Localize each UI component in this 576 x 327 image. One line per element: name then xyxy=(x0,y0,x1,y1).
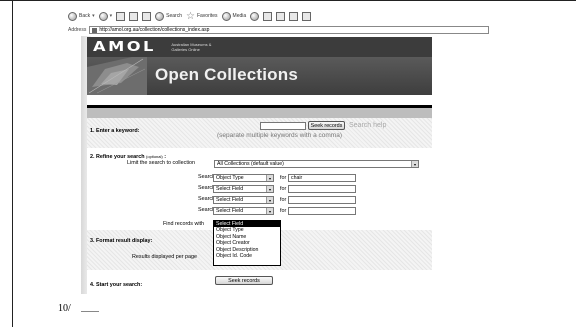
address-input[interactable]: http://amol.org.au/collection/collection… xyxy=(89,26,490,34)
favorites-icon: ☆ xyxy=(186,10,195,22)
page-banner: Open Collections xyxy=(87,57,432,95)
chevron-down-icon: ▾ xyxy=(411,161,418,167)
mail-icon[interactable] xyxy=(263,11,273,21)
start-section-title: 4. Start your search: xyxy=(90,282,143,288)
chevron-down-icon: ▾ xyxy=(266,208,273,214)
seek-records-button-bottom[interactable]: Seek records xyxy=(215,276,273,285)
print-icon[interactable] xyxy=(276,11,286,21)
chevron-down-icon: ▾ xyxy=(266,175,273,181)
search-field-dropdown-list: Select Field Object Type Object Name Obj… xyxy=(213,220,281,266)
browser-toolbar: Back ▾ ▾ Search ☆ Favorites Media xyxy=(68,8,478,24)
search-field-select-3[interactable]: Select Field ▾ xyxy=(213,196,274,204)
media-label: Media xyxy=(232,13,247,19)
site-header: AMOL Australian Museums & Galleries Onli… xyxy=(87,37,432,57)
for-label: for xyxy=(280,208,287,214)
history-icon[interactable] xyxy=(250,11,260,21)
footer-divider xyxy=(81,311,99,312)
chevron-down-icon: ▾ xyxy=(92,13,95,19)
search-value-input-2[interactable] xyxy=(288,185,356,193)
search-field-value-3: Select Field xyxy=(216,197,244,203)
search-field-select-4[interactable]: Select Field ▾ xyxy=(213,207,274,215)
stop-icon[interactable] xyxy=(116,11,126,21)
refine-section: 2. Refine your search (optional) : Limit… xyxy=(87,148,432,230)
home-icon[interactable] xyxy=(142,11,152,21)
limit-collection-label: Limit the search to collection xyxy=(127,160,196,166)
search-value-input-1[interactable]: chair xyxy=(288,174,356,182)
for-label: for xyxy=(280,197,287,203)
collection-select[interactable]: All Collections (default value) ▾ xyxy=(214,160,419,168)
back-icon xyxy=(68,11,77,21)
for-label: for xyxy=(280,186,287,192)
search-field-value-1: Object Type xyxy=(216,175,244,181)
messenger-icon[interactable] xyxy=(302,11,312,21)
amol-logo[interactable]: AMOL xyxy=(93,40,156,55)
page-title: Open Collections xyxy=(155,65,298,84)
keyword-note: (separate multiple keywords with a comma… xyxy=(217,132,342,139)
seek-records-button-top[interactable]: Seek records xyxy=(308,121,345,130)
frame-left-border xyxy=(12,0,13,327)
search-field-value-4: Select Field xyxy=(216,208,244,214)
chevron-down-icon: ▾ xyxy=(266,186,273,192)
favorites-button[interactable]: ☆ Favorites xyxy=(186,10,218,22)
dropdown-option[interactable]: Object Id. Code xyxy=(214,253,280,259)
search-value-input-4[interactable] xyxy=(288,207,356,215)
format-section-title: 3. Format result display: xyxy=(90,238,153,244)
forward-button[interactable]: ▾ xyxy=(98,11,113,21)
results-per-page-label: Results displayed per page xyxy=(132,254,198,260)
search-field-select-2[interactable]: Select Field ▾ xyxy=(213,185,274,193)
divider-band xyxy=(87,108,432,118)
search-icon xyxy=(155,11,165,21)
search-button[interactable]: Search xyxy=(155,11,182,21)
search-field-value-2: Select Field xyxy=(216,186,244,192)
start-section: 4. Start your search: Seek records xyxy=(87,270,432,294)
search-value-input-3[interactable] xyxy=(288,196,356,204)
banner-gap xyxy=(87,95,432,105)
edit-icon[interactable] xyxy=(289,11,299,21)
media-button[interactable]: Media xyxy=(221,11,247,21)
address-bar: Address http://amol.org.au/collection/co… xyxy=(68,25,490,35)
for-label: for xyxy=(280,175,287,181)
frame-top-border xyxy=(0,0,576,1)
address-label: Address xyxy=(68,27,87,33)
search-help-link[interactable]: Search help xyxy=(349,122,386,129)
back-label: Back xyxy=(79,13,91,19)
chevron-down-icon: ▾ xyxy=(109,13,113,19)
forward-icon xyxy=(98,11,108,21)
refine-optional-text: (optional) xyxy=(146,154,163,159)
page-icon xyxy=(92,27,98,33)
logo-subtitle: Australian Museums & Galleries Online xyxy=(171,42,212,52)
find-records-label: Find records with xyxy=(163,221,205,227)
back-button[interactable]: Back ▾ xyxy=(68,11,95,21)
keyword-section-title: 1. Enter a keyword: xyxy=(90,128,140,134)
collection-select-value: All Collections (default value) xyxy=(217,161,284,167)
chevron-down-icon: ▾ xyxy=(266,197,273,203)
favorites-label: Favorites xyxy=(196,13,218,19)
slide-page-number: 10/ xyxy=(58,303,71,314)
keyword-section: 1. Enter a keyword: Seek records Search … xyxy=(87,118,432,148)
refresh-icon[interactable] xyxy=(129,11,139,21)
address-url: http://amol.org.au/collection/collection… xyxy=(99,27,210,33)
media-icon xyxy=(221,11,231,21)
search-label: Search xyxy=(166,13,182,19)
banner-artwork xyxy=(87,57,147,95)
keyword-input[interactable] xyxy=(260,122,306,130)
search-field-select-1[interactable]: Object Type ▾ xyxy=(213,174,274,182)
